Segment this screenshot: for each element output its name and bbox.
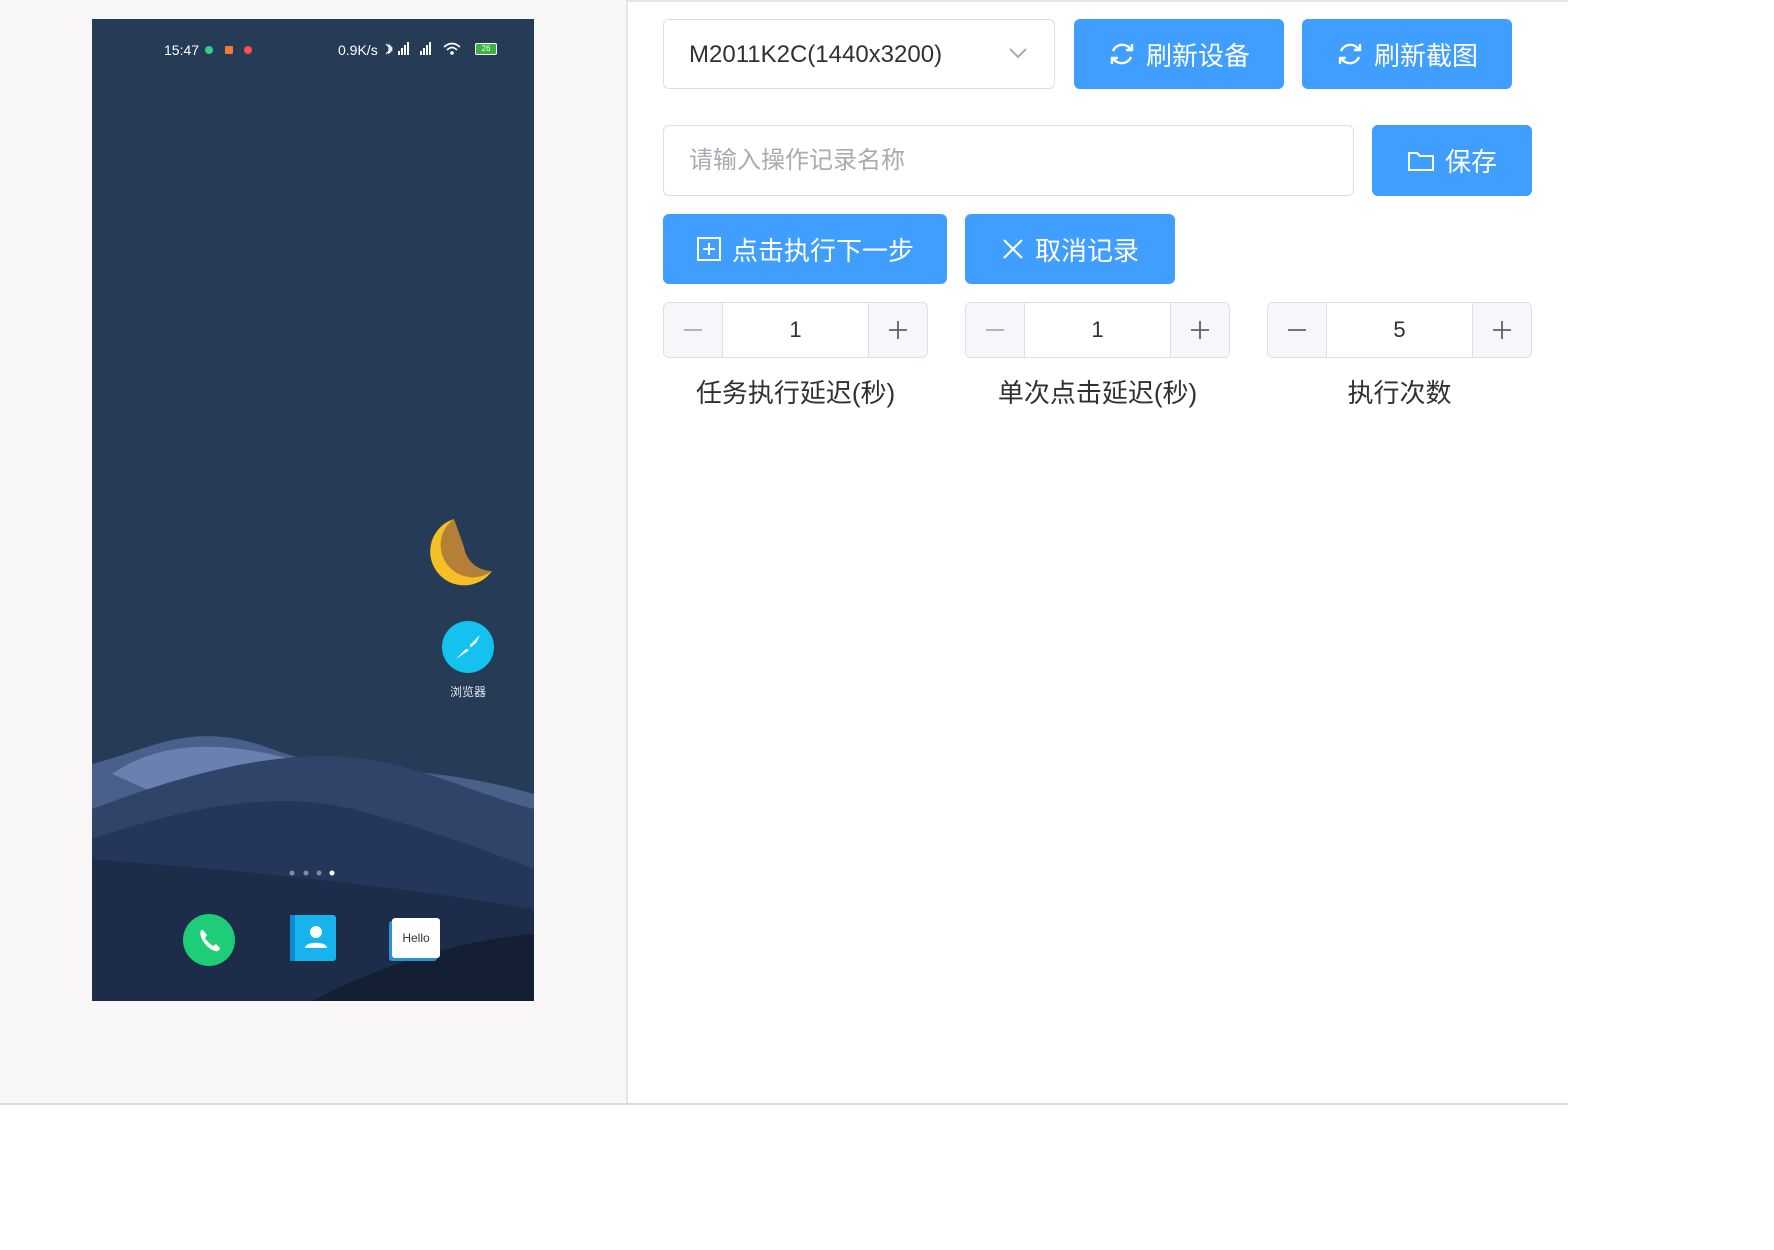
refresh-screenshot-label: 刷新截图: [1373, 40, 1478, 71]
contacts-app-icon[interactable]: [290, 915, 336, 961]
page-indicator: [289, 870, 335, 876]
notification-icon: [205, 46, 213, 54]
increase-button[interactable]: [868, 303, 927, 357]
messages-app-icon[interactable]: Hello: [392, 918, 440, 958]
browser-app-icon[interactable]: [442, 621, 494, 673]
plus-icon: [1191, 321, 1209, 339]
task-delay-stepper[interactable]: 1: [663, 302, 928, 358]
device-select[interactable]: M2011K2C(1440x3200): [663, 19, 1055, 89]
close-icon: [1003, 239, 1023, 259]
refresh-device-label: 刷新设备: [1145, 40, 1250, 71]
execution-count-value[interactable]: 5: [1326, 303, 1473, 357]
phone-app-icon[interactable]: [183, 914, 235, 966]
folder-icon: [1407, 151, 1434, 171]
pane-divider[interactable]: [626, 0, 628, 1105]
moon-icon: [430, 519, 492, 586]
signal-wifi-icon: [385, 42, 461, 55]
click-delay-value[interactable]: 1: [1024, 303, 1171, 357]
execution-count-stepper[interactable]: 5: [1267, 302, 1532, 358]
increase-button[interactable]: [1170, 303, 1229, 357]
task-delay-value[interactable]: 1: [722, 303, 869, 357]
refresh-icon: [1338, 43, 1362, 65]
cancel-record-button[interactable]: 取消记录: [965, 214, 1175, 284]
decrease-button[interactable]: [966, 303, 1025, 357]
decrease-button[interactable]: [664, 303, 723, 357]
save-button[interactable]: 保存: [1372, 125, 1532, 196]
task-delay-label: 任务执行延迟(秒): [695, 378, 896, 408]
record-name-input[interactable]: [663, 125, 1354, 196]
save-label: 保存: [1444, 147, 1497, 177]
status-speed: 0.9K/s: [338, 42, 378, 58]
notification-icon: [225, 46, 233, 54]
phone-icon: [200, 930, 220, 952]
device-select-value: M2011K2C(1440x3200): [689, 41, 943, 68]
execution-count-label: 执行次数: [1347, 378, 1452, 408]
compass-icon: [456, 635, 480, 659]
browser-app-label: 浏览器: [449, 685, 486, 699]
battery-icon: 26: [475, 43, 497, 55]
chevron-down-icon: [1009, 48, 1027, 59]
execute-next-step-button[interactable]: 点击执行下一步: [663, 214, 947, 284]
device-screenshot[interactable]: 15:47 0.9K/s 26 浏览器 Hello: [92, 19, 534, 1001]
plus-square-icon: [696, 237, 721, 261]
bottom-border: [0, 1103, 1568, 1105]
minus-icon: [1288, 329, 1306, 331]
status-time: 15:47: [164, 42, 200, 58]
refresh-device-button[interactable]: 刷新设备: [1074, 19, 1284, 89]
cancel-record-label: 取消记录: [1034, 235, 1139, 266]
contact-person-icon: [290, 915, 327, 961]
plus-icon: [1493, 321, 1511, 339]
execute-next-step-label: 点击执行下一步: [731, 235, 914, 266]
minus-icon: [986, 329, 1004, 331]
notification-icon: [244, 46, 252, 54]
refresh-screenshot-button[interactable]: 刷新截图: [1302, 19, 1512, 89]
wallpaper-mountains: [92, 736, 534, 1001]
plus-icon: [889, 321, 907, 339]
click-delay-stepper[interactable]: 1: [965, 302, 1230, 358]
decrease-button[interactable]: [1268, 303, 1327, 357]
increase-button[interactable]: [1472, 303, 1531, 357]
refresh-icon: [1110, 43, 1134, 65]
click-delay-label: 单次点击延迟(秒): [997, 378, 1198, 408]
minus-icon: [684, 329, 702, 331]
